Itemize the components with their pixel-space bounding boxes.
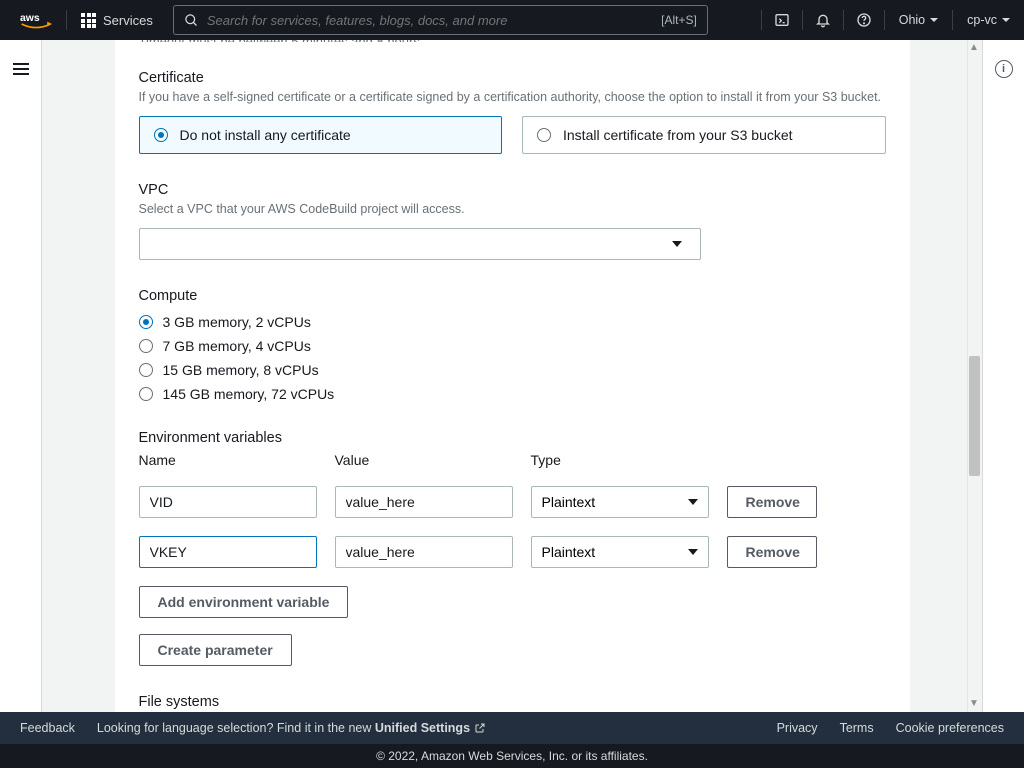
radio-icon	[139, 339, 153, 353]
services-grid-icon	[81, 13, 95, 27]
create-parameter-button[interactable]: Create parameter	[139, 634, 292, 666]
compute-option-label: 7 GB memory, 4 vCPUs	[163, 338, 311, 354]
help-icon[interactable]	[844, 0, 884, 40]
search-icon	[184, 13, 199, 28]
scroll-up-icon[interactable]: ▲	[969, 42, 979, 54]
compute-option-label: 3 GB memory, 2 vCPUs	[163, 314, 311, 330]
scrollbar-thumb[interactable]	[969, 356, 980, 476]
cert-option-none[interactable]: Do not install any certificate	[139, 116, 503, 154]
content-area: Timeout must be between 5 minutes and 8 …	[42, 40, 982, 712]
add-env-var-button[interactable]: Add environment variable	[139, 586, 349, 618]
env-value-0[interactable]	[335, 486, 513, 518]
menu-toggle-icon[interactable]	[13, 60, 29, 78]
cloudshell-icon[interactable]	[762, 0, 802, 40]
env-title: Environment variables	[139, 430, 886, 446]
scrollbar-track[interactable]: ▲ ▼	[967, 40, 982, 712]
radio-icon	[537, 128, 551, 142]
compute-option-0[interactable]: 3 GB memory, 2 vCPUs	[139, 314, 886, 330]
unified-settings-link[interactable]: Unified Settings	[375, 721, 486, 735]
fs-title: File systems	[139, 694, 886, 710]
global-search[interactable]: [Alt+S]	[173, 5, 708, 35]
info-icon[interactable]: i	[995, 60, 1013, 78]
compute-title: Compute	[139, 288, 886, 304]
env-col-name: Name	[139, 452, 317, 468]
env-type-1-value: Plaintext	[542, 544, 596, 560]
env-type-0[interactable]: Plaintext	[531, 486, 709, 518]
terms-link[interactable]: Terms	[840, 721, 874, 735]
account-label: cp-vc	[967, 13, 997, 27]
env-remove-0[interactable]: Remove	[727, 486, 817, 518]
radio-icon	[139, 315, 153, 329]
env-col-value: Value	[335, 452, 513, 468]
env-remove-1[interactable]: Remove	[727, 536, 817, 568]
compute-option-3[interactable]: 145 GB memory, 72 vCPUs	[139, 386, 886, 402]
cert-option-s3[interactable]: Install certificate from your S3 bucket	[522, 116, 886, 154]
external-link-icon	[474, 722, 486, 734]
cookie-preferences-link[interactable]: Cookie preferences	[896, 721, 1004, 735]
certificate-title: Certificate	[139, 70, 886, 86]
scroll-down-icon[interactable]: ▼	[969, 698, 979, 710]
region-selector[interactable]: Ohio	[885, 0, 952, 40]
env-value-1[interactable]	[335, 536, 513, 568]
truncated-text: Timeout must be between 5 minutes and 8 …	[139, 40, 886, 42]
compute-option-label: 15 GB memory, 8 vCPUs	[163, 362, 319, 378]
aws-logo[interactable]: aws	[0, 10, 66, 30]
feedback-link[interactable]: Feedback	[20, 721, 75, 735]
search-shortcut: [Alt+S]	[661, 13, 697, 27]
top-navbar: aws Services [Alt+S] Ohio cp-vc	[0, 0, 1024, 40]
vpc-select[interactable]	[139, 228, 701, 260]
cert-option-s3-label: Install certificate from your S3 bucket	[563, 127, 793, 143]
vpc-title: VPC	[139, 182, 886, 198]
compute-option-label: 145 GB memory, 72 vCPUs	[163, 386, 335, 402]
caret-down-icon	[672, 241, 682, 247]
certificate-desc: If you have a self-signed certificate or…	[139, 88, 886, 106]
env-name-1[interactable]	[139, 536, 317, 568]
account-menu[interactable]: cp-vc	[953, 0, 1024, 40]
env-col-type: Type	[531, 452, 709, 468]
vpc-desc: Select a VPC that your AWS CodeBuild pro…	[139, 200, 886, 218]
caret-down-icon	[1002, 18, 1010, 22]
form-panel: Timeout must be between 5 minutes and 8 …	[115, 40, 910, 712]
caret-down-icon	[688, 549, 698, 555]
svg-text:aws: aws	[20, 13, 40, 24]
services-button[interactable]: Services	[67, 0, 167, 40]
region-label: Ohio	[899, 13, 925, 27]
sub-footer: Feedback Looking for language selection?…	[0, 712, 1024, 744]
notifications-icon[interactable]	[803, 0, 843, 40]
caret-down-icon	[688, 499, 698, 505]
radio-icon	[154, 128, 168, 142]
search-input[interactable]	[207, 13, 653, 28]
side-menu	[0, 40, 42, 712]
radio-icon	[139, 363, 153, 377]
help-panel-toggle: i	[982, 40, 1024, 712]
footer: © 2022, Amazon Web Services, Inc. or its…	[0, 744, 1024, 768]
services-label: Services	[103, 13, 153, 28]
compute-option-1[interactable]: 7 GB memory, 4 vCPUs	[139, 338, 886, 354]
compute-options: 3 GB memory, 2 vCPUs 7 GB memory, 4 vCPU…	[139, 314, 886, 402]
copyright-text: © 2022, Amazon Web Services, Inc. or its…	[376, 749, 648, 763]
cert-option-none-label: Do not install any certificate	[180, 127, 351, 143]
caret-down-icon	[930, 18, 938, 22]
compute-option-2[interactable]: 15 GB memory, 8 vCPUs	[139, 362, 886, 378]
env-type-0-value: Plaintext	[542, 494, 596, 510]
language-hint: Looking for language selection? Find it …	[97, 721, 486, 735]
certificate-options: Do not install any certificate Install c…	[139, 116, 886, 154]
env-grid: Name Value Type Plaintext Remove Plainte…	[139, 452, 886, 568]
radio-icon	[139, 387, 153, 401]
privacy-link[interactable]: Privacy	[777, 721, 818, 735]
env-type-1[interactable]: Plaintext	[531, 536, 709, 568]
env-name-0[interactable]	[139, 486, 317, 518]
